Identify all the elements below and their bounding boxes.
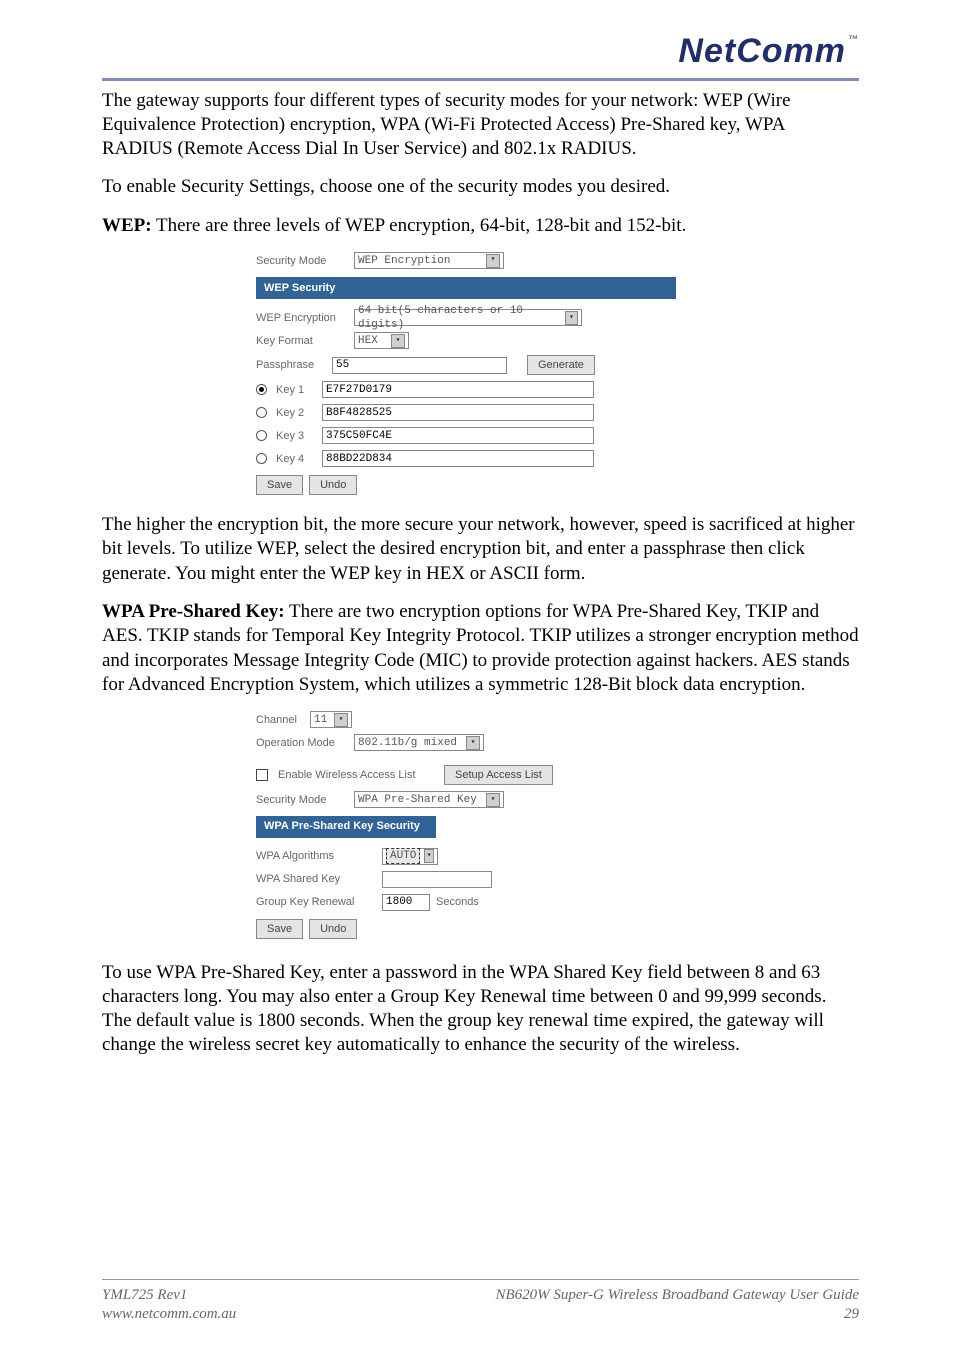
op-mode-select[interactable]: 802.11b/g mixed ▾ [354, 734, 484, 751]
wep-section-title: WEP Security [256, 277, 676, 299]
wep-encryption-select[interactable]: 64 bit(5 characters or 10 digits) ▾ [354, 309, 582, 326]
wep-explain-paragraph: The higher the encryption bit, the more … [102, 513, 859, 586]
channel-value: 11 [314, 713, 327, 727]
chevron-down-icon: ▾ [424, 849, 434, 863]
undo-button[interactable]: Undo [309, 919, 357, 939]
key4-radio[interactable] [256, 453, 267, 464]
footer-rev: YML725 Rev1 [102, 1286, 236, 1305]
key4-input[interactable] [322, 450, 594, 467]
footer-right: NB620W Super-G Wireless Broadband Gatewa… [495, 1286, 859, 1324]
wpa-algo-select[interactable]: AUTO ▾ [382, 848, 438, 865]
key3-label: Key 3 [276, 429, 316, 443]
logo-tm: ™ [848, 34, 859, 47]
footer-url: www.netcomm.com.au [102, 1305, 236, 1324]
key2-radio[interactable] [256, 407, 267, 418]
wpa-security-mode-select[interactable]: WPA Pre-Shared Key ▾ [354, 791, 504, 808]
wpa-shared-key-label: WPA Shared Key [256, 872, 376, 886]
wpa-heading-line: WPA Pre-Shared Key: There are two encryp… [102, 600, 859, 697]
save-button[interactable]: Save [256, 919, 303, 939]
setup-access-list-button[interactable]: Setup Access List [444, 765, 553, 785]
key-format-label: Key Format [256, 334, 348, 348]
chevron-down-icon: ▾ [466, 736, 480, 750]
footer-page: 29 [495, 1305, 859, 1324]
wpa-heading: WPA Pre-Shared Key: [102, 601, 285, 622]
undo-button[interactable]: Undo [309, 475, 357, 495]
seconds-label: Seconds [436, 895, 479, 909]
security-mode-select[interactable]: WEP Encryption ▾ [354, 252, 504, 269]
key-format-select[interactable]: HEX ▾ [354, 332, 409, 349]
security-mode-label: Security Mode [256, 254, 348, 268]
enable-access-label: Enable Wireless Access List [278, 768, 438, 782]
key2-input[interactable] [322, 404, 594, 421]
chevron-down-icon: ▾ [486, 793, 500, 807]
op-mode-label: Operation Mode [256, 736, 348, 750]
wpa-shared-key-input[interactable] [382, 871, 492, 888]
wpa-config-panel: Channel 11 ▾ Operation Mode 802.11b/g mi… [256, 711, 676, 938]
enable-access-checkbox[interactable] [256, 769, 268, 781]
chevron-down-icon: ▾ [565, 311, 578, 325]
group-key-input[interactable] [382, 894, 430, 911]
page-footer: YML725 Rev1 www.netcomm.com.au NB620W Su… [102, 1279, 859, 1324]
chevron-down-icon: ▾ [486, 254, 500, 268]
passphrase-label: Passphrase [256, 358, 326, 372]
wep-heading-line: WEP: There are three levels of WEP encry… [102, 214, 859, 238]
wpa-algo-value: AUTO [386, 848, 420, 864]
key3-input[interactable] [322, 427, 594, 444]
footer-guide: NB620W Super-G Wireless Broadband Gatewa… [495, 1286, 859, 1305]
group-key-label: Group Key Renewal [256, 895, 376, 909]
key4-label: Key 4 [276, 452, 316, 466]
channel-select[interactable]: 11 ▾ [310, 711, 352, 728]
op-mode-value: 802.11b/g mixed [358, 736, 457, 750]
passphrase-input[interactable] [332, 357, 507, 374]
wep-encryption-label: WEP Encryption [256, 311, 348, 325]
wpa-section-title: WPA Pre-Shared Key Security [256, 816, 436, 837]
save-button[interactable]: Save [256, 475, 303, 495]
wpa-algo-label: WPA Algorithms [256, 849, 376, 863]
key3-radio[interactable] [256, 430, 267, 441]
generate-button[interactable]: Generate [527, 355, 595, 375]
wpa-security-mode-label: Security Mode [256, 793, 348, 807]
key-format-value: HEX [358, 334, 378, 348]
header-logo: NetComm ™ [102, 30, 859, 74]
footer-left: YML725 Rev1 www.netcomm.com.au [102, 1286, 236, 1324]
chevron-down-icon: ▾ [334, 713, 348, 727]
intro-paragraph: The gateway supports four different type… [102, 89, 859, 162]
chevron-down-icon: ▾ [391, 334, 405, 348]
wep-heading-rest: There are three levels of WEP encryption… [152, 215, 687, 236]
wep-encryption-value: 64 bit(5 characters or 10 digits) [358, 304, 561, 332]
logo-word: NetComm [678, 30, 846, 74]
wpa-explain-paragraph: To use WPA Pre-Shared Key, enter a passw… [102, 961, 859, 1058]
wep-heading: WEP: [102, 215, 152, 236]
logo-text: NetComm ™ [678, 30, 859, 74]
header-rule [102, 78, 859, 81]
key2-label: Key 2 [276, 406, 316, 420]
key1-label: Key 1 [276, 383, 316, 397]
channel-label: Channel [256, 713, 304, 727]
security-mode-value: WEP Encryption [358, 254, 450, 268]
enable-paragraph: To enable Security Settings, choose one … [102, 175, 859, 199]
wpa-security-mode-value: WPA Pre-Shared Key [358, 793, 477, 807]
key1-input[interactable] [322, 381, 594, 398]
key1-radio[interactable] [256, 384, 267, 395]
wep-config-panel: Security Mode WEP Encryption ▾ WEP Secur… [256, 252, 676, 495]
